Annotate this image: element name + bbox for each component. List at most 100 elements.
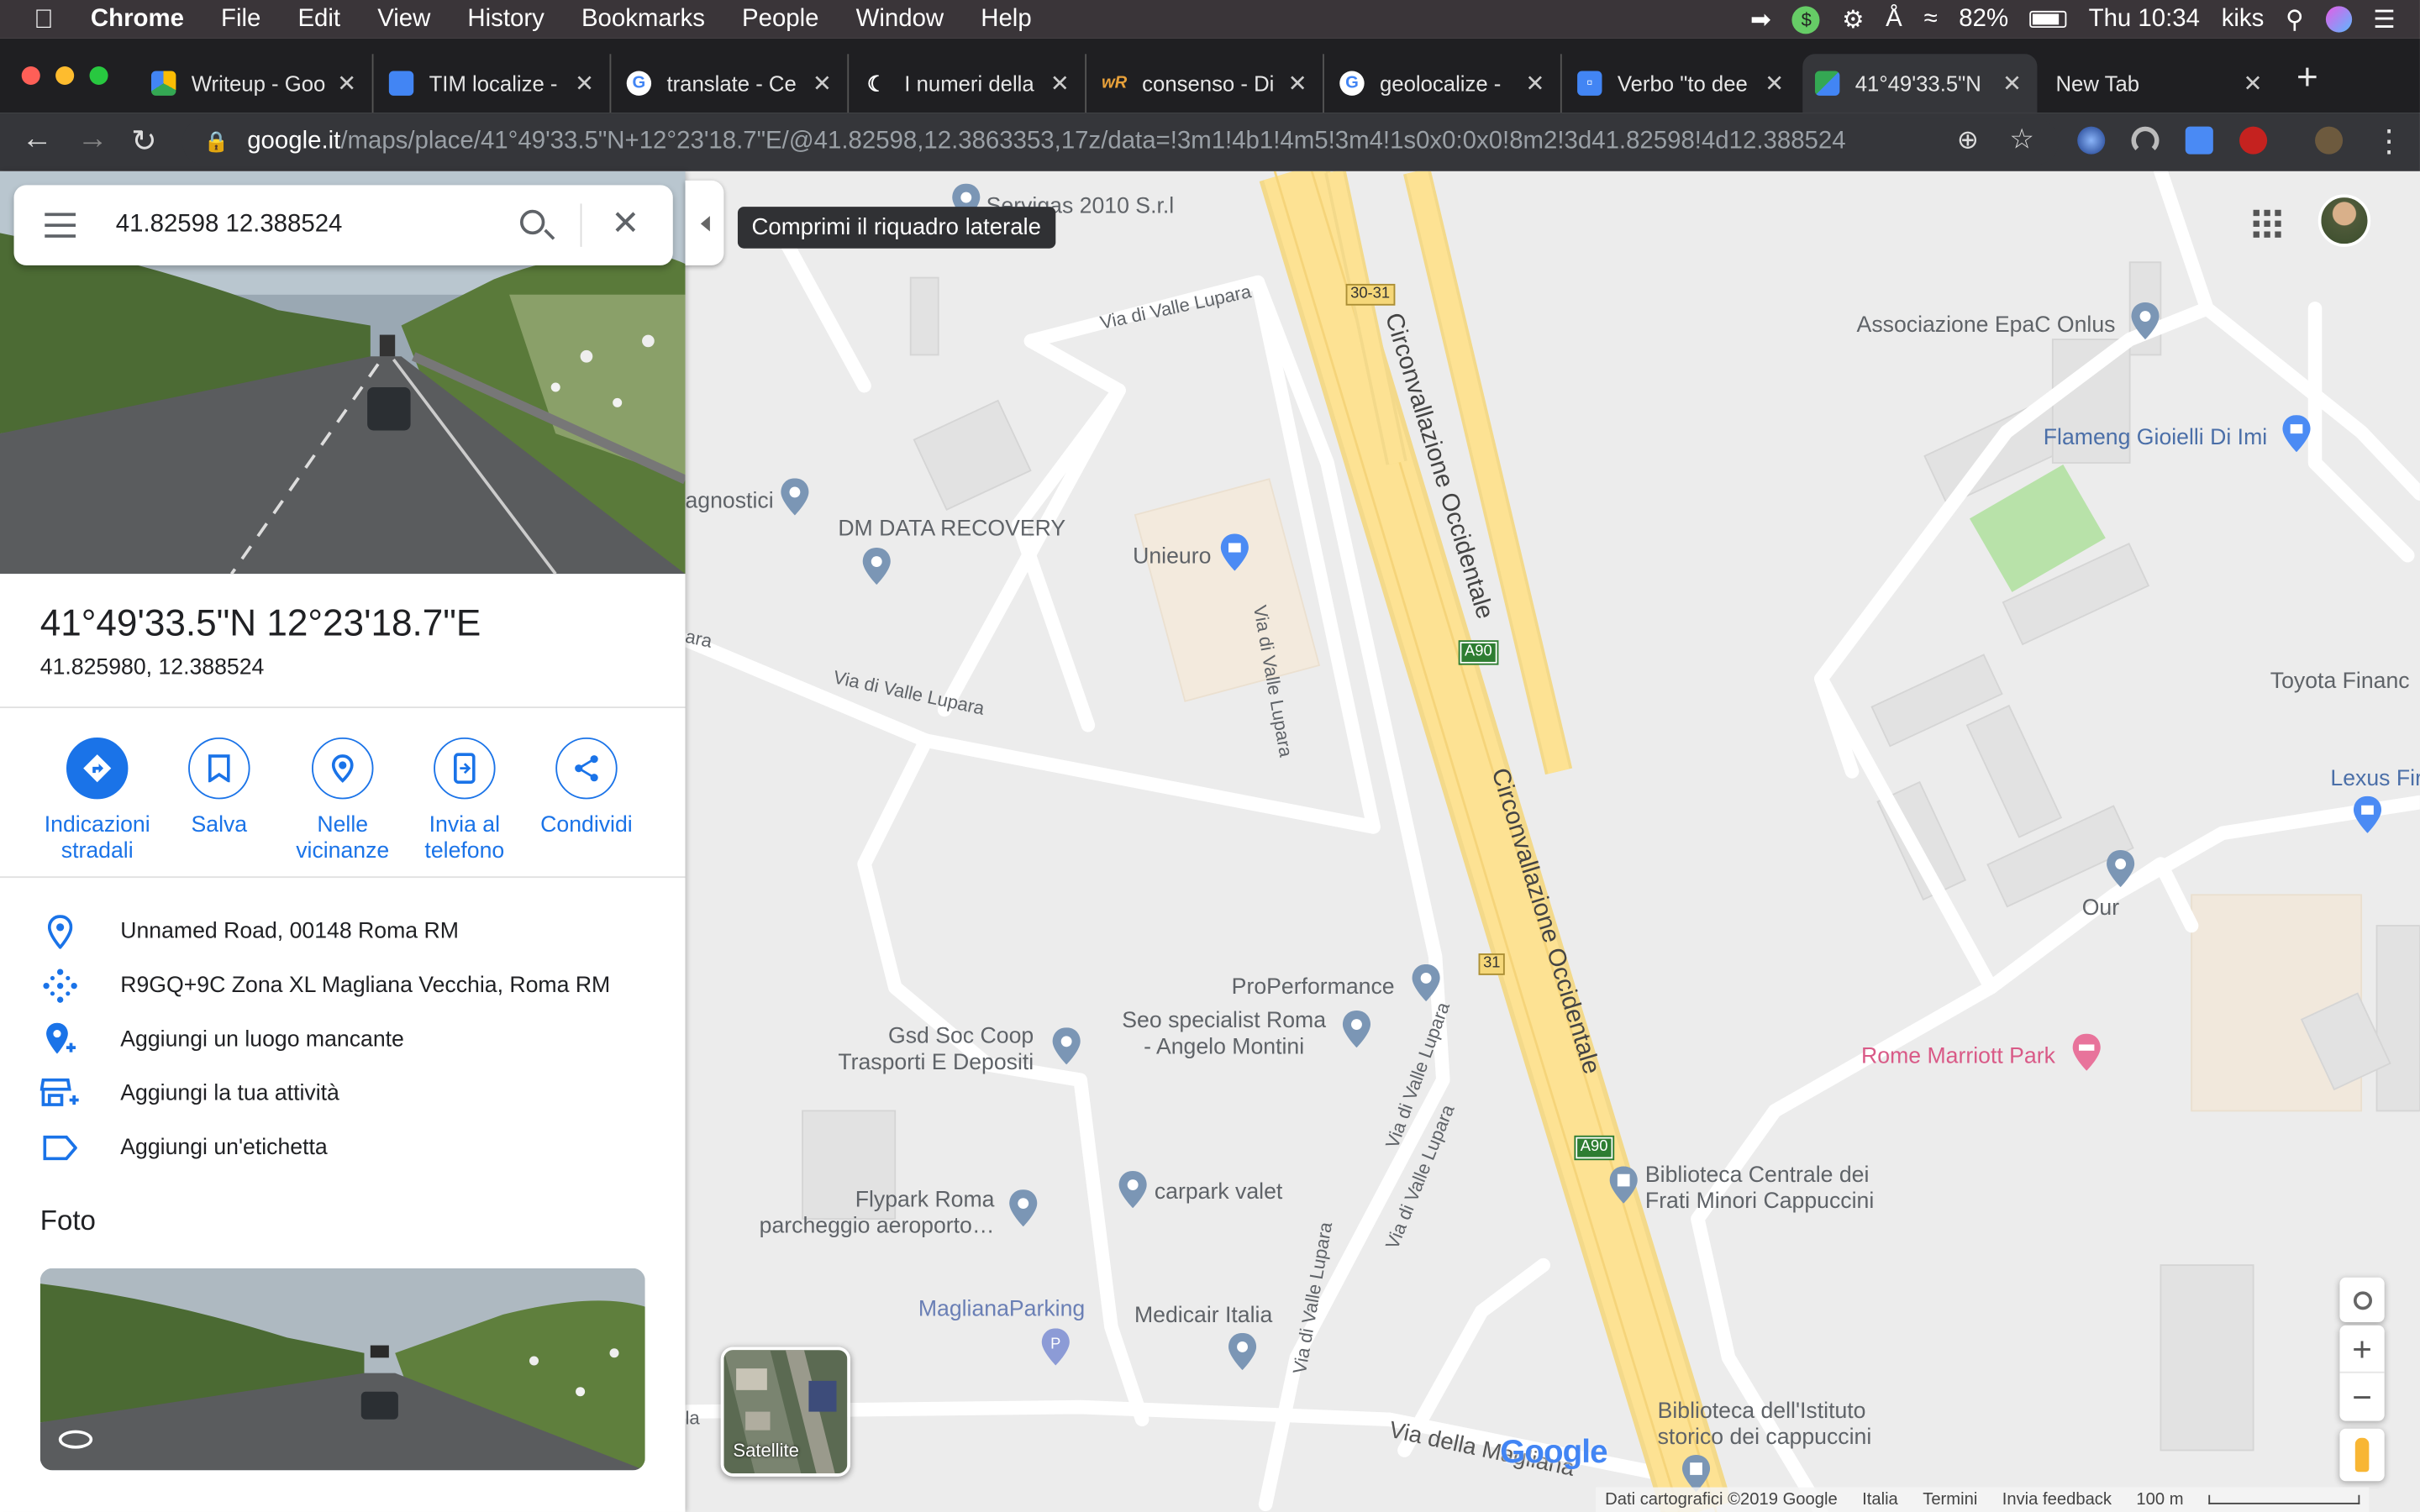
hamburger-menu-icon[interactable] [45,213,76,238]
nearby-button[interactable]: Nelle vicinanze [281,737,404,865]
shopping-pin-icon[interactable] [2281,415,2312,453]
extension-globe-icon[interactable] [2077,126,2106,155]
google-apps-icon[interactable] [2253,209,2281,238]
close-tab-icon[interactable]: ✕ [2002,70,2022,97]
bookmark-star-icon[interactable]: ☆ [2009,123,2034,156]
clear-search-icon[interactable]: ✕ [611,203,639,244]
collapse-panel-button[interactable] [685,180,724,265]
close-tab-icon[interactable]: ✕ [1525,70,1544,97]
extension-arc-icon[interactable] [2131,126,2160,155]
library-pin-icon[interactable] [1681,1455,1712,1493]
info-row-add-place[interactable]: Aggiungi un luogo mancante [0,1016,685,1063]
location-pin-icon[interactable] [2105,850,2136,888]
poi-lexus[interactable]: Lexus Fir [2330,767,2420,793]
send-to-phone-button[interactable]: Invia al telefono [402,737,526,865]
menu-window[interactable]: Window [838,5,963,33]
extension-ublock-icon[interactable] [2239,126,2268,155]
close-tab-icon[interactable]: ✕ [575,70,594,97]
back-icon[interactable]: ← [22,122,53,157]
new-tab-plus-icon[interactable]: + [2296,57,2318,100]
tab-tim-localize[interactable]: TIM localize - ✕ [376,54,612,113]
close-tab-icon[interactable]: ✕ [337,70,356,97]
zoom-window-button[interactable] [89,66,108,86]
location-pin-icon[interactable] [1341,1011,1372,1048]
hotel-pin-icon[interactable] [2071,1033,2102,1071]
library-pin-icon[interactable] [1608,1166,1639,1204]
map-canvas[interactable]: Via di Valle Lupara Via di Valle Lupara … [685,171,2420,1512]
location-pin-icon[interactable] [1051,1027,1082,1065]
menu-file[interactable]: File [203,5,279,33]
photo-thumbnail[interactable] [39,1268,645,1471]
tab-numeri[interactable]: ☾ I numeri della ✕ [852,54,1087,113]
tab-geolocalize[interactable]: G geolocalize - ✕ [1328,54,1562,113]
close-window-button[interactable] [21,66,40,86]
apple-icon[interactable]:  [0,4,72,35]
save-button[interactable]: Salva [157,737,281,839]
zoom-icon[interactable]: ⊕ [1957,125,1979,156]
docker-icon[interactable]: ⚙ [1842,4,1864,35]
menu-people[interactable]: People [723,5,838,33]
close-tab-icon[interactable]: ✕ [813,70,832,97]
poi-properformance[interactable]: ProPerformance [1232,975,1395,1001]
tab-translate[interactable]: G translate - Ce ✕ [614,54,850,113]
menu-edit[interactable]: Edit [279,5,359,33]
close-tab-icon[interactable]: ✕ [2244,70,2263,97]
menu-view[interactable]: View [359,5,449,33]
menu-history[interactable]: History [449,5,563,33]
pegman-button[interactable] [2339,1428,2385,1482]
poi-flypark[interactable]: Flypark Roma parcheggio aeroporto… [760,1188,995,1240]
siri-icon[interactable] [2325,6,2352,33]
info-row-add-label[interactable]: Aggiungi un'etichetta [0,1125,685,1171]
poi-biblioteca-centrale[interactable]: Biblioteca Centrale dei Frati Minori Cap… [1645,1163,1874,1215]
close-tab-icon[interactable]: ✕ [1050,70,1070,97]
share-button[interactable]: Condividi [524,737,648,839]
poi-unieuro[interactable]: Unieuro [1133,544,1211,570]
poi-medicair[interactable]: Medicair Italia [1134,1304,1272,1330]
search-icon[interactable] [519,209,545,235]
poi-diagnostici[interactable]: agnostici [685,489,773,515]
feedback-link[interactable]: Invia feedback [2002,1490,2112,1509]
poi-our[interactable]: Our [2082,896,2119,922]
address-bar[interactable]: 🔒 google.it/maps/place/41°49'33.5"N+12°2… [182,118,2060,165]
menu-bookmarks[interactable]: Bookmarks [563,5,723,33]
country-link[interactable]: Italia [1862,1490,1898,1509]
forward-icon[interactable]: → [77,122,108,157]
shopping-pin-icon[interactable] [1219,533,1250,571]
poi-seo-specialist[interactable]: Seo specialist Roma - Angelo Montini [1122,1009,1326,1061]
cast-icon[interactable]: ➡ [1750,4,1771,35]
poi-dm-data-recovery[interactable]: DM DATA RECOVERY [838,517,1065,543]
lock-icon[interactable]: 🔒 [203,129,229,154]
tab-verbo[interactable]: ▫ Verbo "to dee ✕ [1565,54,1799,113]
notification-center-icon[interactable]: ☰ [2373,4,2395,35]
location-pin-icon[interactable] [861,548,892,585]
tab-writeup[interactable]: Writeup - Goo ✕ [139,54,374,113]
reload-icon[interactable]: ↻ [131,122,157,160]
search-input[interactable] [115,207,502,244]
zoom-out-button[interactable]: − [2339,1373,2384,1421]
info-row-plus-code[interactable]: R9GQ+9C Zona XL Magliana Vecchia, Roma R… [0,963,685,1009]
poi-maglianaparking[interactable]: MaglianaParking [918,1298,1085,1324]
tab-maps-active[interactable]: 41°49'33.5"N ✕ [1802,54,2038,113]
directions-button[interactable]: Indicazioni stradali [35,737,159,865]
user-name[interactable]: kiks [2222,5,2265,33]
location-pin-icon[interactable] [1411,963,1442,1002]
poi-rome-marriott[interactable]: Rome Marriott Park [1861,1044,2055,1070]
more-menu-icon[interactable]: ⋮ [2374,122,2405,160]
my-location-button[interactable] [2339,1277,2385,1323]
clock[interactable]: Thu 10:34 [2089,5,2200,33]
poi-flameng[interactable]: Flameng Gioielli Di Imi [2044,426,2267,452]
spotlight-icon[interactable]: ⚲ [2286,4,2304,35]
close-tab-icon[interactable]: ✕ [1288,70,1307,97]
close-tab-icon[interactable]: ✕ [1765,70,1784,97]
tab-consenso[interactable]: wR consenso - Di ✕ [1090,54,1324,113]
zoom-in-button[interactable]: + [2339,1326,2385,1373]
location-pin-icon[interactable] [1227,1332,1258,1370]
info-row-address[interactable]: Unnamed Road, 00148 Roma RM [0,909,685,955]
terms-link[interactable]: Termini [1923,1490,1977,1509]
location-pin-icon[interactable] [780,478,811,516]
location-pin-icon[interactable] [1007,1189,1039,1227]
shopping-pin-icon[interactable] [2352,795,2383,833]
tab-new-tab[interactable]: New Tab ✕ [2044,54,2278,113]
bluetooth-icon[interactable]: Å [1886,5,1902,33]
location-pin-icon[interactable] [2130,302,2161,340]
